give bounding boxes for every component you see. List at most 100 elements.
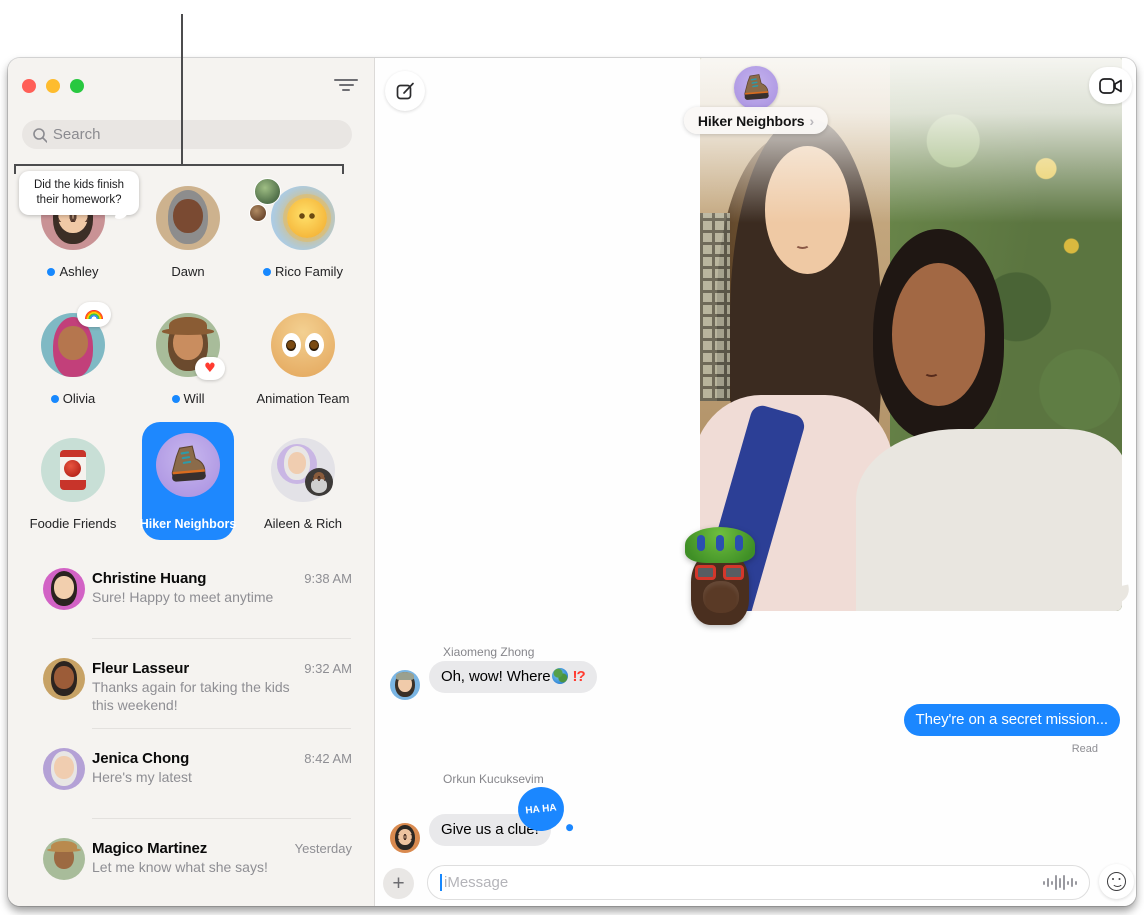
- photo-person-right-face: [892, 263, 985, 407]
- callout-bracket-tick-right: [342, 164, 344, 174]
- conversation-name: Jenica Chong: [92, 750, 189, 767]
- conversation-time: 8:42 AM: [304, 751, 352, 766]
- conversation-row-jenica-chong[interactable]: Jenica Chong 8:42 AM Here's my latest: [8, 748, 375, 836]
- xiaomeng-zhong-avatar: [390, 670, 420, 700]
- smiley-icon: [1107, 872, 1126, 891]
- search-input[interactable]: [53, 126, 342, 143]
- sticker-hand: [703, 581, 739, 613]
- divider: [92, 638, 351, 639]
- search-field[interactable]: [22, 120, 352, 149]
- helmet-memoji-sticker[interactable]: [683, 525, 757, 631]
- pin-hiker-neighbors-selected[interactable]: Hiker Neighbors: [142, 422, 234, 540]
- pin-dawn[interactable]: [156, 186, 220, 250]
- conversation-name: Fleur Lasseur: [92, 660, 189, 677]
- add-attachment-button[interactable]: +: [383, 868, 414, 899]
- pin-label-dawn: Dawn: [128, 264, 248, 279]
- conversation-row-christine-huang[interactable]: Christine Huang 9:38 AM Sure! Happy to m…: [8, 568, 375, 656]
- conversation-name: Christine Huang: [92, 570, 206, 587]
- jenica-chong-avatar: [43, 748, 85, 790]
- dawn-avatar: [156, 186, 220, 250]
- facetime-button[interactable]: [1089, 67, 1132, 104]
- chevron-right-icon: ›: [809, 113, 814, 129]
- text-caret: [440, 874, 442, 891]
- unread-dot: [172, 395, 180, 403]
- divider: [92, 818, 351, 819]
- message-preview-tooltip: Did the kids finish their homework?: [19, 171, 139, 215]
- compose-button[interactable]: [385, 71, 425, 111]
- fleur-lasseur-avatar: [43, 658, 85, 700]
- callout-bracket-tick-left: [14, 164, 16, 174]
- conversation-time: 9:32 AM: [304, 661, 352, 676]
- chat-header-avatar[interactable]: [734, 66, 778, 110]
- conversation-time: Yesterday: [295, 841, 352, 856]
- christine-huang-avatar: [43, 568, 85, 610]
- message-bubble-received[interactable]: Oh, wow! Where!?: [429, 661, 597, 693]
- photo-window-grid: [700, 213, 730, 401]
- sticker-glasses: [723, 565, 744, 580]
- audio-waveform-icon[interactable]: [1043, 874, 1077, 892]
- conversation-preview: Here's my latest: [92, 769, 304, 787]
- callout-bracket: [14, 164, 344, 166]
- photo-person-right-smile: [924, 368, 939, 377]
- sender-name: Xiaomeng Zhong: [443, 645, 534, 659]
- heart-tapback-icon: ♥: [195, 357, 225, 380]
- globe-emoji: [552, 668, 568, 684]
- pin-label-ashley: Ashley: [13, 264, 133, 279]
- pin-foodie-friends[interactable]: [41, 438, 105, 502]
- read-receipt: Read: [1072, 743, 1098, 755]
- video-camera-icon: [1099, 77, 1123, 95]
- conversation-preview: Let me know what she says!: [92, 859, 304, 877]
- minimize-window-button[interactable]: [46, 79, 60, 93]
- message-text: They're on a secret mission...: [916, 711, 1108, 728]
- unread-dot: [263, 268, 271, 276]
- photo-bubble-tail: [1113, 585, 1132, 604]
- orkun-kucuksevim-avatar: [390, 823, 420, 853]
- message-text: Oh, wow! Where: [441, 668, 550, 685]
- conversation-name: Magico Martinez: [92, 840, 207, 857]
- search-icon: [32, 127, 47, 143]
- magico-martinez-avatar: [43, 838, 85, 880]
- conversation-preview: Sure! Happy to meet anytime: [92, 589, 304, 607]
- hiker-neighbors-avatar: [156, 433, 220, 497]
- message-input[interactable]: iMessage: [427, 865, 1090, 900]
- pin-aileen-rich[interactable]: [271, 438, 335, 502]
- unread-dot: [47, 268, 55, 276]
- pin-label-olivia: Olivia: [13, 391, 133, 406]
- chat-title: Hiker Neighbors: [698, 113, 805, 129]
- pin-animation-team[interactable]: [271, 313, 335, 377]
- canned-food-icon: [60, 450, 86, 490]
- rainbow-tapback-icon: [77, 302, 111, 327]
- chat-title-button[interactable]: Hiker Neighbors ›: [684, 107, 828, 134]
- message-bubble-sent[interactable]: They're on a secret mission...: [904, 704, 1120, 736]
- messages-window: Did the kids finish their homework? Ashl…: [8, 58, 1136, 906]
- pin-label-rico-family: Rico Family: [243, 264, 363, 279]
- aileen-rich-avatars: [271, 438, 335, 502]
- pin-rico-family[interactable]: [271, 186, 335, 250]
- emoji-picker-button[interactable]: [1099, 864, 1134, 899]
- zoom-window-button[interactable]: [70, 79, 84, 93]
- message-placeholder: iMessage: [444, 874, 1043, 891]
- photo-message[interactable]: [700, 58, 1122, 611]
- conversation-row-fleur-lasseur[interactable]: Fleur Lasseur 9:32 AM Thanks again for t…: [8, 658, 375, 746]
- sender-name: Orkun Kucuksevim: [443, 772, 544, 786]
- compose-icon: [395, 81, 415, 101]
- rico-family-photo-thumb: [249, 204, 267, 222]
- sidebar: Did the kids finish their homework? Ashl…: [8, 58, 375, 906]
- unread-dot: [51, 395, 59, 403]
- boot-icon: [741, 73, 771, 103]
- conversation-time: 9:38 AM: [304, 571, 352, 586]
- photo-person-right-top: [856, 429, 1122, 612]
- pin-label-animation-team: Animation Team: [243, 391, 363, 406]
- filter-icon[interactable]: [333, 79, 359, 93]
- close-window-button[interactable]: [22, 79, 36, 93]
- bike-helmet-icon: [685, 527, 755, 563]
- conversation-row-magico-martinez[interactable]: Magico Martinez Yesterday Let me know wh…: [8, 838, 375, 906]
- pin-label-aileen-rich: Aileen & Rich: [243, 516, 363, 531]
- pin-label-hiker-neighbors: Hiker Neighbors: [128, 517, 248, 531]
- rico-family-photo-thumb: [254, 178, 281, 205]
- callout-line: [181, 14, 183, 166]
- haha-text: HA HA: [525, 802, 557, 816]
- pin-label-will: Will: [128, 391, 248, 406]
- boot-icon: [167, 444, 209, 486]
- interrobang-emoji: !?: [572, 668, 584, 685]
